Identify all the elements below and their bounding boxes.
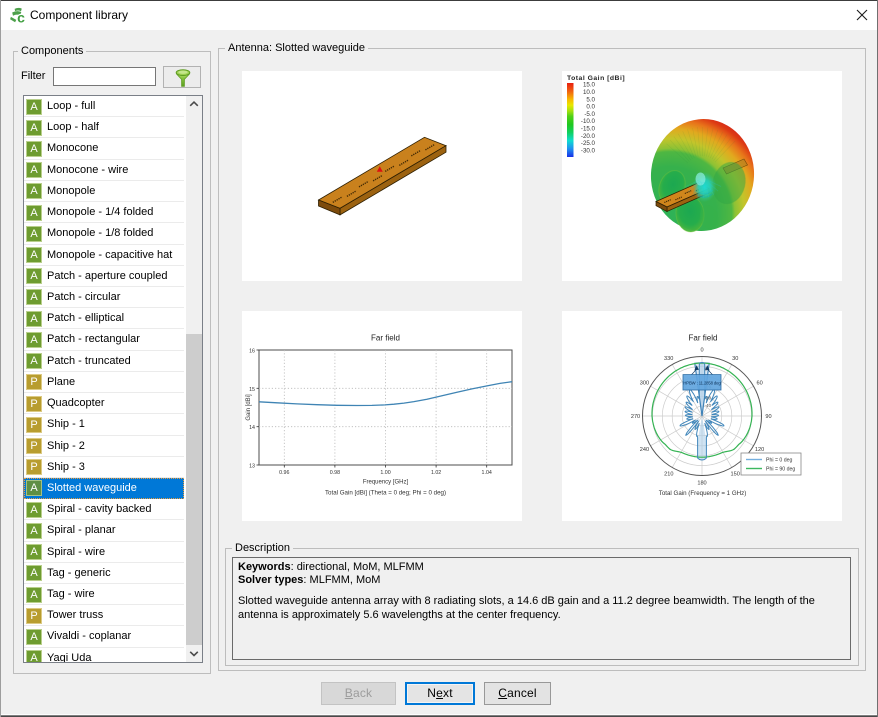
svg-text:HPBW : 11.2858 deg: HPBW : 11.2858 deg bbox=[683, 380, 721, 385]
svg-text:240: 240 bbox=[640, 447, 649, 453]
svg-text:Total Gain (Frequency = 1 GHz): Total Gain (Frequency = 1 GHz) bbox=[659, 490, 747, 497]
svg-text:15.0: 15.0 bbox=[583, 82, 596, 89]
svg-text:210: 210 bbox=[664, 471, 673, 477]
svg-text:0.96: 0.96 bbox=[279, 470, 289, 476]
svg-text:1.04: 1.04 bbox=[482, 470, 492, 476]
svg-text:-15.0: -15.0 bbox=[581, 126, 596, 133]
svg-text:c: c bbox=[17, 10, 25, 25]
svg-text:Total Gain [dBi] (Theta = 0 de: Total Gain [dBi] (Theta = 0 deg; Phi = 0… bbox=[325, 490, 446, 497]
svg-text:-20.0: -20.0 bbox=[581, 133, 596, 140]
svg-text:Phi = 0 deg: Phi = 0 deg bbox=[766, 458, 793, 464]
svg-text:1.00: 1.00 bbox=[380, 470, 390, 476]
svg-text:-30.0: -30.0 bbox=[581, 148, 596, 155]
svg-text:Far field: Far field bbox=[689, 334, 718, 343]
svg-text:180: 180 bbox=[697, 480, 706, 486]
svg-text:300: 300 bbox=[640, 381, 649, 387]
svg-text:90: 90 bbox=[765, 414, 771, 420]
svg-text:150: 150 bbox=[731, 471, 740, 477]
svg-text:330: 330 bbox=[664, 356, 673, 362]
svg-text:0.0: 0.0 bbox=[586, 104, 595, 111]
svg-text:-25.0: -25.0 bbox=[581, 140, 596, 147]
svg-text:60: 60 bbox=[756, 381, 762, 387]
svg-text:10.0: 10.0 bbox=[583, 89, 596, 96]
svg-text:14: 14 bbox=[249, 425, 255, 431]
svg-text:5.0: 5.0 bbox=[586, 96, 595, 103]
svg-text:120: 120 bbox=[755, 447, 764, 453]
svg-text:270: 270 bbox=[631, 414, 640, 420]
svg-text:-30: -30 bbox=[705, 395, 712, 400]
svg-text:0.98: 0.98 bbox=[330, 470, 340, 476]
svg-text:1.02: 1.02 bbox=[431, 470, 441, 476]
svg-text:-40: -40 bbox=[705, 403, 712, 408]
svg-text:-10.0: -10.0 bbox=[581, 118, 596, 125]
svg-text:16: 16 bbox=[249, 349, 255, 355]
svg-text:Far field: Far field bbox=[371, 334, 400, 343]
svg-text:Gain [dBi]: Gain [dBi] bbox=[246, 394, 252, 421]
svg-text:30: 30 bbox=[732, 356, 738, 362]
svg-text:-5.0: -5.0 bbox=[584, 111, 595, 118]
svg-text:0: 0 bbox=[700, 347, 703, 353]
svg-text:Phi = 90 deg: Phi = 90 deg bbox=[766, 467, 795, 473]
svg-text:Total Gain [dBi]: Total Gain [dBi] bbox=[567, 75, 625, 82]
svg-text:15: 15 bbox=[249, 387, 255, 393]
svg-text:Frequency [GHz]: Frequency [GHz] bbox=[363, 480, 409, 486]
svg-text:13: 13 bbox=[249, 464, 255, 470]
